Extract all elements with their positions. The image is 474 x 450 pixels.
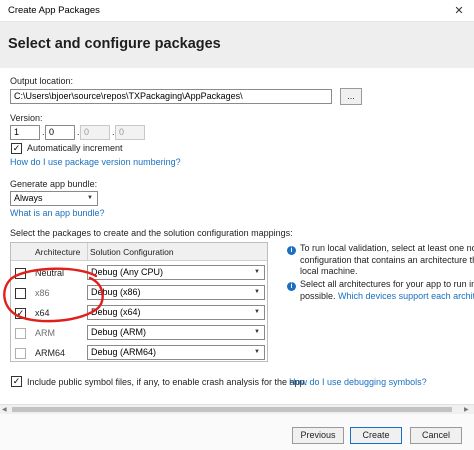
architecture-column-header: Architecture: [35, 247, 81, 257]
version-major-input[interactable]: 1: [10, 125, 40, 140]
page-title: Select and configure packages: [8, 36, 221, 52]
create-button[interactable]: Create: [350, 427, 402, 444]
version-build-input: 0: [80, 125, 110, 140]
app-bundle-help-link[interactable]: What is an app bundle?: [10, 208, 105, 218]
packages-label: Select the packages to create and the so…: [10, 228, 293, 238]
packages-table: Architecture Solution Configuration Neut…: [10, 242, 268, 362]
architecture-name: x86: [35, 288, 50, 298]
bundle-select[interactable]: Always ▼: [10, 191, 98, 206]
bundle-selected-value: Always: [14, 193, 43, 203]
scroll-left-icon[interactable]: ◀: [2, 406, 7, 413]
scroll-right-icon[interactable]: ▶: [464, 406, 469, 413]
configuration-select[interactable]: Debug (ARM64) ▼: [87, 345, 265, 360]
architecture-name: Neutral: [35, 268, 65, 278]
include-symbols-checkbox[interactable]: ✓: [11, 376, 22, 387]
arm-checkbox[interactable]: [15, 328, 26, 339]
auto-increment-checkbox[interactable]: ✓: [11, 143, 22, 154]
output-location-label: Output location:: [10, 76, 74, 86]
info-icon: i: [287, 282, 296, 291]
neutral-checkbox[interactable]: [15, 268, 26, 279]
configuration-column-header: Solution Configuration: [90, 247, 174, 257]
info-icon: i: [287, 246, 296, 255]
info-item-validation: To run local validation, select at least…: [300, 243, 474, 276]
table-row: x86 Debug (x86) ▼: [11, 283, 267, 303]
table-row: ARM Debug (ARM) ▼: [11, 323, 267, 343]
page-header: Select and configure packages: [0, 22, 474, 68]
title-bar: Create App Packages ✕: [0, 0, 474, 22]
configuration-select[interactable]: Debug (x86) ▼: [87, 285, 265, 300]
chevron-down-icon: ▼: [254, 289, 260, 295]
column-divider: [87, 243, 88, 261]
x86-checkbox[interactable]: [15, 288, 26, 299]
browse-button[interactable]: ...: [340, 88, 362, 105]
include-symbols-label: Include public symbol files, if any, to …: [27, 377, 307, 387]
table-row: ARM64 Debug (ARM64) ▼: [11, 343, 267, 363]
configuration-value: Debug (Any CPU): [91, 267, 164, 277]
architecture-name: ARM: [35, 328, 55, 338]
scroll-thumb[interactable]: [12, 407, 452, 412]
horizontal-scrollbar[interactable]: ◀ ▶: [0, 404, 474, 414]
configuration-select[interactable]: Debug (Any CPU) ▼: [87, 265, 265, 280]
architecture-name: ARM64: [35, 348, 66, 358]
chevron-down-icon: ▼: [254, 309, 260, 315]
configuration-value: Debug (x86): [91, 287, 141, 297]
configuration-select[interactable]: Debug (ARM) ▼: [87, 325, 265, 340]
debugging-symbols-help-link[interactable]: How do I use debugging symbols?: [289, 377, 427, 387]
chevron-down-icon: ▼: [254, 349, 260, 355]
version-revision-input: 0: [115, 125, 145, 140]
chevron-down-icon: ▼: [254, 329, 260, 335]
chevron-down-icon: ▼: [87, 195, 93, 201]
configuration-value: Debug (x64): [91, 307, 141, 317]
close-icon[interactable]: ✕: [444, 0, 474, 22]
cancel-button[interactable]: Cancel: [410, 427, 462, 444]
previous-button[interactable]: Previous: [292, 427, 344, 444]
configuration-value: Debug (ARM64): [91, 347, 157, 357]
table-header: Architecture Solution Configuration: [11, 243, 267, 261]
configuration-select[interactable]: Debug (x64) ▼: [87, 305, 265, 320]
version-label: Version:: [10, 113, 43, 123]
version-minor-input[interactable]: 0: [45, 125, 75, 140]
chevron-down-icon: ▼: [254, 269, 260, 275]
version-numbering-help-link[interactable]: How do I use package version numbering?: [10, 157, 181, 167]
table-row: ✓ x64 Debug (x64) ▼: [11, 303, 267, 323]
info-item-architectures: Select all architectures for your app to…: [300, 279, 474, 302]
table-row: Neutral Debug (Any CPU) ▼: [11, 263, 267, 283]
dialog-footer: Previous Create Cancel: [0, 414, 474, 450]
window-title: Create App Packages: [8, 5, 100, 16]
x64-checkbox[interactable]: ✓: [15, 308, 26, 319]
arm64-checkbox[interactable]: [15, 348, 26, 359]
output-location-input[interactable]: C:\Users\bjoer\source\repos\TXPackaging\…: [10, 89, 332, 104]
device-architecture-link[interactable]: Which devices support each architect: [338, 291, 474, 301]
architecture-name: x64: [35, 308, 50, 318]
configuration-value: Debug (ARM): [91, 327, 147, 337]
bundle-label: Generate app bundle:: [10, 179, 98, 189]
auto-increment-label: Automatically increment: [27, 143, 123, 153]
